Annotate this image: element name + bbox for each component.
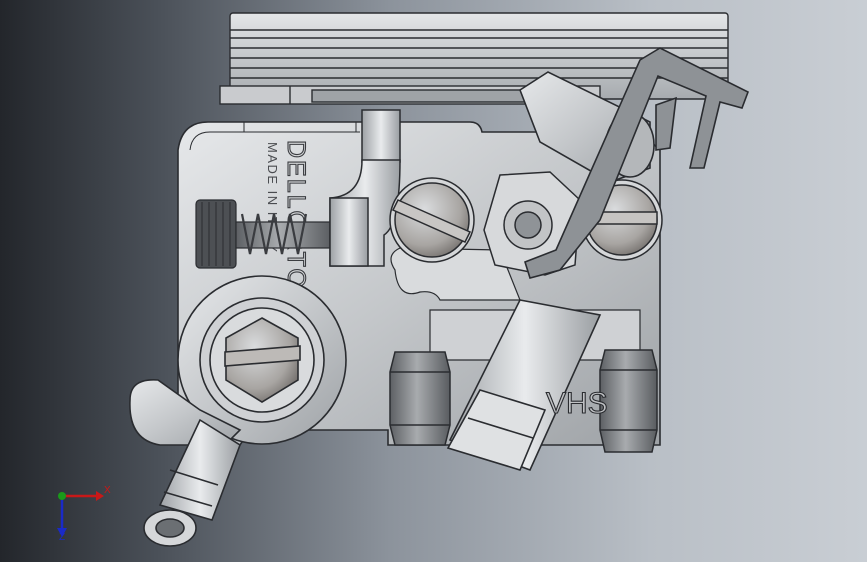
side-marking: VHS: [546, 387, 608, 420]
hex-nut-left: [389, 351, 451, 446]
banjo-fitting: [129, 275, 347, 446]
mixture-screw-left: [389, 177, 475, 263]
triad-z-label: Z: [59, 532, 66, 543]
triad-x-label: X: [104, 485, 111, 496]
orientation-triad: X Z: [48, 482, 118, 544]
hex-nut-right: [599, 349, 658, 453]
graphics-viewport[interactable]: DELLORTO MADE IN ITALY VHS X Z: [0, 0, 867, 562]
carburetor-model[interactable]: DELLORTO MADE IN ITALY VHS: [0, 0, 867, 562]
